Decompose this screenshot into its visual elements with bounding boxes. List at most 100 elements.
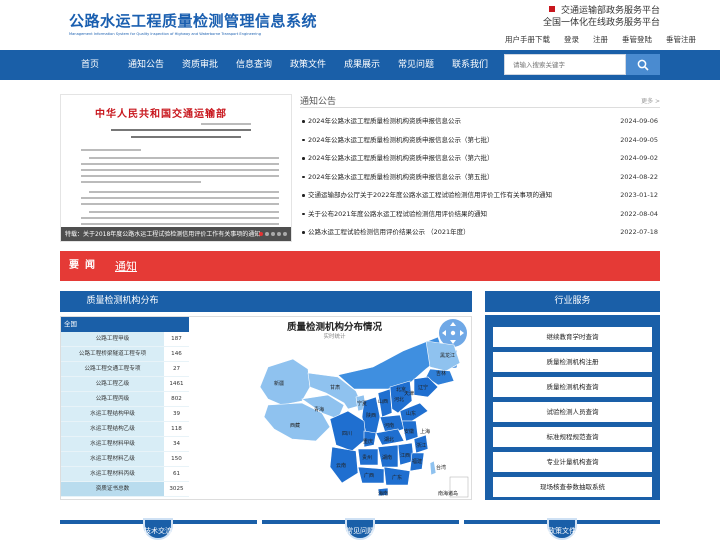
map-label: 湖北 — [384, 436, 394, 443]
notice-more-link[interactable]: 更多 > — [641, 96, 660, 105]
table-row[interactable]: 水运工程结构甲级 39 — [61, 407, 189, 422]
platform-link-2[interactable]: 全国一体化在线政务服务平台 — [543, 15, 660, 28]
map-label: 辽宁 — [418, 384, 428, 391]
user-manual-link[interactable]: 用户手册下载 — [505, 34, 550, 45]
notice-item[interactable]: 2024年公路水运工程质量检测机构资质申报信息公示 2024-09-06 — [300, 114, 660, 133]
notice-item[interactable]: 2024年公路水运工程质量检测机构资质申报信息公示（第五批） 2024-08-22 — [300, 170, 660, 189]
vertical-login-link[interactable]: 垂管登陆 — [622, 34, 652, 45]
slider-dot[interactable] — [277, 232, 281, 236]
service-org-register-button[interactable]: 质量检测机构注册 — [493, 352, 652, 372]
search-icon — [637, 59, 649, 71]
map-label: 福建 — [412, 458, 422, 465]
bullet-icon — [302, 120, 305, 123]
map-label: 山西 — [378, 398, 388, 405]
news-slider[interactable]: 中华人民共和国交通运输部 特载：关于2018年度公路水运工程试验检测信用评价工作… — [60, 94, 292, 242]
org-table: 全国 公路工程甲级 187 公路工程桥梁隧道工程专项 146 公路工程交通工程专项 2… — [61, 317, 189, 497]
table-row[interactable]: 水运工程结构乙级 118 — [61, 422, 189, 437]
map-label: 河南 — [384, 422, 394, 429]
bullet-icon — [302, 194, 305, 197]
map-label: 台湾 — [436, 464, 446, 471]
search-input[interactable] — [505, 55, 625, 74]
top-links: 用户手册下载 登录 注册 垂管登陆 垂管注册 — [505, 34, 696, 45]
notice-item[interactable]: 2024年公路水运工程质量检测机构资质申报信息公示（第六批） 2024-09-02 — [300, 151, 660, 170]
notice-item[interactable]: 2024年公路水运工程质量检测机构资质申报信息公示（第七批） 2024-09-05 — [300, 133, 660, 152]
tile-tech-exchange[interactable]: 技术交流 — [60, 518, 257, 540]
bullet-icon — [302, 231, 305, 234]
tile-faq[interactable]: 常见问题 — [262, 518, 459, 540]
map-label: 广东 — [392, 474, 402, 481]
map-label: 宁夏 — [357, 400, 367, 407]
search-box — [504, 54, 626, 75]
china-map[interactable]: 质量检测机构分布情况 实时统计 + − — [198, 317, 471, 499]
search-button[interactable] — [626, 54, 660, 75]
slider-dot[interactable] — [271, 232, 275, 236]
service-param-sampling-button[interactable]: 现场核查参数抽取系统 — [493, 477, 652, 497]
table-row[interactable]: 公路工程桥梁隧道工程专项 146 — [61, 347, 189, 362]
map-label: 甘肃 — [330, 384, 340, 391]
tile-policy[interactable]: 政策文件 — [464, 518, 660, 540]
table-row[interactable]: 公路工程交通工程专项 27 — [61, 362, 189, 377]
map-label: 陕西 — [366, 412, 376, 419]
service-metrology-query-button[interactable]: 专业计量机构查询 — [493, 452, 652, 472]
slider-dot[interactable] — [283, 232, 287, 236]
bullet-icon — [302, 138, 305, 141]
notice-list: 2024年公路水运工程质量检测机构资质申报信息公示 2024-09-06 2024… — [300, 114, 660, 244]
slider-caption[interactable]: 特载：关于2018年度公路水运工程试验检测信用评价工作有关事项的通知 — [65, 229, 260, 238]
table-row[interactable]: 水运工程材料甲级 34 — [61, 437, 189, 452]
login-link[interactable]: 登录 — [564, 34, 579, 45]
slider-dot[interactable] — [265, 232, 269, 236]
nav-home[interactable]: 首页 — [81, 50, 99, 80]
slider-dot[interactable] — [259, 232, 263, 236]
map-label: 河北 — [394, 396, 404, 403]
map-label: 广西 — [364, 472, 374, 479]
map-label: 江西 — [400, 452, 410, 459]
service-list: 继续教育学时查询 质量检测机构注册 质量检测机构查询 试验检测人员查询 标准规程… — [485, 315, 660, 500]
notice-item[interactable]: 公路水运工程试验检测信用评价结果公示 （2021年度） 2022-07-18 — [300, 225, 660, 244]
table-row[interactable]: 水运工程材料丙级 61 — [61, 467, 189, 482]
main-nav: 首页 通知公告 资质审批 信息查询 政策文件 成果展示 常见问题 联系我们 — [0, 50, 720, 80]
service-standards-query-button[interactable]: 标准规程规范查询 — [493, 427, 652, 447]
nav-notices[interactable]: 通知公告 — [128, 50, 164, 80]
register-link[interactable]: 注册 — [593, 34, 608, 45]
table-row[interactable]: 公路工程乙级 1461 — [61, 377, 189, 392]
table-row[interactable]: 公路工程丙级 802 — [61, 392, 189, 407]
nav-results[interactable]: 成果展示 — [344, 50, 380, 80]
red-square-icon — [548, 6, 555, 12]
nav-qualification[interactable]: 资质审批 — [182, 50, 218, 80]
bullet-icon — [302, 212, 305, 215]
map-label: 山东 — [406, 410, 416, 417]
service-org-query-button[interactable]: 质量检测机构查询 — [493, 377, 652, 397]
map-label: 贵州 — [362, 454, 372, 461]
org-section-title: 质量检测机构分布 — [86, 296, 159, 306]
table-row[interactable]: 公路工程甲级 187 — [61, 332, 189, 347]
map-label: 西藏 — [290, 422, 300, 429]
map-label: 黑龙江 — [440, 352, 455, 359]
province-xinjiang — [259, 358, 311, 406]
site-header: 公路水运工程质量检测管理信息系统 Management Information … — [0, 0, 720, 50]
table-row[interactable]: 水运工程材料乙级 150 — [61, 452, 189, 467]
map-label: 天津 — [404, 390, 414, 397]
map-label: 浙江 — [416, 442, 426, 449]
nav-policy[interactable]: 政策文件 — [290, 50, 326, 80]
site-title[interactable]: 公路水运工程质量检测管理信息系统 — [69, 10, 317, 31]
nav-faq[interactable]: 常见问题 — [398, 50, 434, 80]
news-bar-link[interactable]: 通知 — [115, 258, 137, 274]
service-staff-query-button[interactable]: 试验检测人员查询 — [493, 402, 652, 422]
map-label: 四川 — [342, 431, 352, 437]
org-section-header: 质量检测机构分布 — [60, 291, 472, 312]
table-row-total[interactable]: 资质证书总数 3025 — [61, 482, 189, 497]
map-label: 湖南 — [382, 454, 392, 461]
vertical-register-link[interactable]: 垂管注册 — [666, 34, 696, 45]
map-shapes: 黑龙江 吉林 辽宁 新疆 西藏 青海 甘肃 宁夏 陕西 山西 河北 北京 天津 … — [259, 336, 469, 498]
org-table-region: 全国 — [61, 317, 189, 332]
map-label: 青海 — [314, 406, 324, 413]
news-bar: 要闻 通知 — [60, 251, 660, 281]
notice-item[interactable]: 关于公布2021年度公路水运工程试验检测信用评价结果的通知 2022-08-04 — [300, 207, 660, 226]
nav-query[interactable]: 信息查询 — [236, 50, 272, 80]
service-section-title: 行业服务 — [485, 291, 660, 312]
map-label: 海南 — [378, 490, 388, 497]
nav-contact[interactable]: 联系我们 — [452, 50, 488, 80]
service-cme-hours-button[interactable]: 继续教育学时查询 — [493, 327, 652, 347]
notice-item[interactable]: 交通运输部办公厅关于2022年度公路水运工程试验检测信用评价工作有关事项的通知 2… — [300, 188, 660, 207]
notice-header: 通知公告 更多 > — [300, 94, 660, 108]
